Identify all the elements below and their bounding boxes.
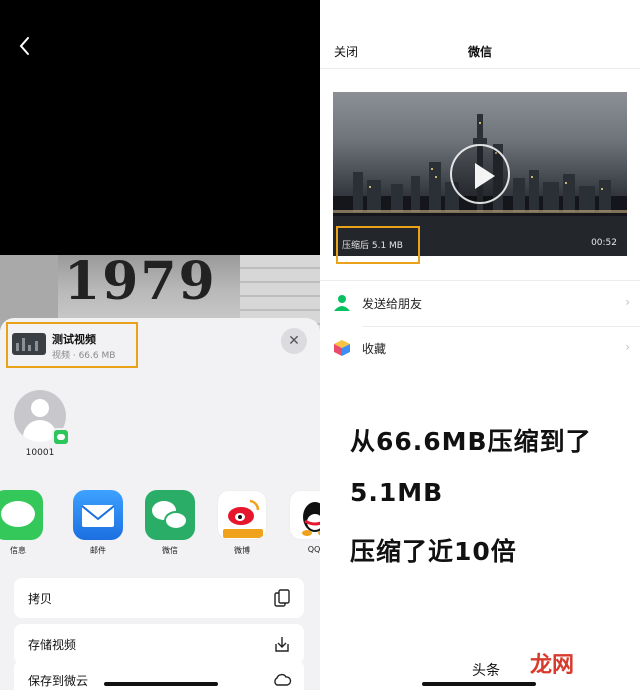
page-title: 微信 [467, 45, 492, 59]
app-wechat[interactable]: 微信 [144, 490, 196, 556]
close-link[interactable]: 关闭 [334, 43, 358, 60]
summary-line-3: 压缩了近10倍 [350, 537, 517, 566]
action-copy[interactable]: 拷贝 [14, 578, 304, 618]
friend-icon [334, 295, 350, 311]
play-button-icon[interactable] [450, 144, 510, 204]
save-download-icon [275, 637, 289, 652]
chevron-right-icon: › [625, 295, 630, 309]
action-label: 存储视频 [28, 638, 77, 652]
contact-10001[interactable]: 10001 [14, 390, 70, 458]
compressed-highlight-box [336, 226, 420, 264]
cloud-icon [274, 673, 292, 686]
app-weibo[interactable]: 微博 [216, 490, 268, 556]
home-indicator [422, 682, 536, 686]
video-thumbnail [12, 333, 46, 355]
action-label: 保存到微云 [28, 674, 89, 688]
video-duration: 00:52 [591, 238, 617, 248]
favorite-row[interactable]: 收藏 › [320, 326, 640, 370]
row-label: 收藏 [362, 342, 387, 356]
action-label: 拷贝 [28, 592, 53, 606]
favorite-cube-icon [334, 340, 350, 356]
summary-line-1: 从66.6MB压缩到了 [350, 427, 592, 456]
qq-icon [289, 490, 320, 540]
app-mail[interactable]: 邮件 [72, 490, 124, 556]
screenshot-composite: 1979 测试视频 视频 · 66.6 MB ✕ 10001 信息 邮件 微信 … [0, 0, 640, 690]
close-button[interactable]: ✕ [281, 328, 307, 354]
photo-number-text: 1979 [64, 251, 217, 312]
app-label: 信息 [10, 546, 26, 555]
watermark-logo: 龙网 [530, 653, 575, 678]
app-label: 微信 [162, 546, 178, 555]
app-row: 信息 邮件 微信 微博 QQ [0, 490, 320, 560]
home-indicator [104, 682, 218, 686]
contact-label: 10001 [25, 448, 55, 458]
app-label: 邮件 [90, 546, 106, 555]
close-icon: ✕ [288, 333, 300, 349]
back-chevron-icon[interactable] [14, 32, 36, 60]
messages-badge-icon [52, 428, 70, 446]
action-save-video[interactable]: 存储视频 [14, 624, 304, 664]
wechat-icon [145, 490, 195, 540]
row-label: 发送给朋友 [362, 297, 423, 311]
file-name: 测试视频 [52, 333, 96, 346]
weibo-icon [217, 490, 267, 540]
summary-line-2: 5.1MB [350, 478, 444, 507]
app-qq[interactable]: QQ [288, 490, 320, 554]
file-meta: 视频 · 66.6 MB [52, 351, 116, 361]
copy-icon [274, 589, 290, 607]
chevron-right-icon: › [625, 340, 630, 354]
ios-share-screen: 1979 测试视频 视频 · 66.6 MB ✕ 10001 信息 邮件 微信 … [0, 0, 320, 690]
mail-icon [73, 490, 123, 540]
send-to-friend-row[interactable]: 发送给朋友 › [320, 281, 640, 325]
app-label: QQ [307, 545, 320, 554]
divider [320, 68, 640, 69]
watermark-text: 头条 [472, 663, 500, 679]
messages-icon [0, 490, 43, 540]
app-messages[interactable]: 信息 [0, 490, 44, 556]
app-label: 微博 [234, 546, 250, 555]
share-sheet: 测试视频 视频 · 66.6 MB ✕ 10001 信息 邮件 微信 微博 QQ… [0, 318, 320, 690]
wechat-screen: 微信 关闭 压缩后 5.1 MB 00:52 发送给朋友 › 收藏 › 从66.… [320, 0, 640, 690]
